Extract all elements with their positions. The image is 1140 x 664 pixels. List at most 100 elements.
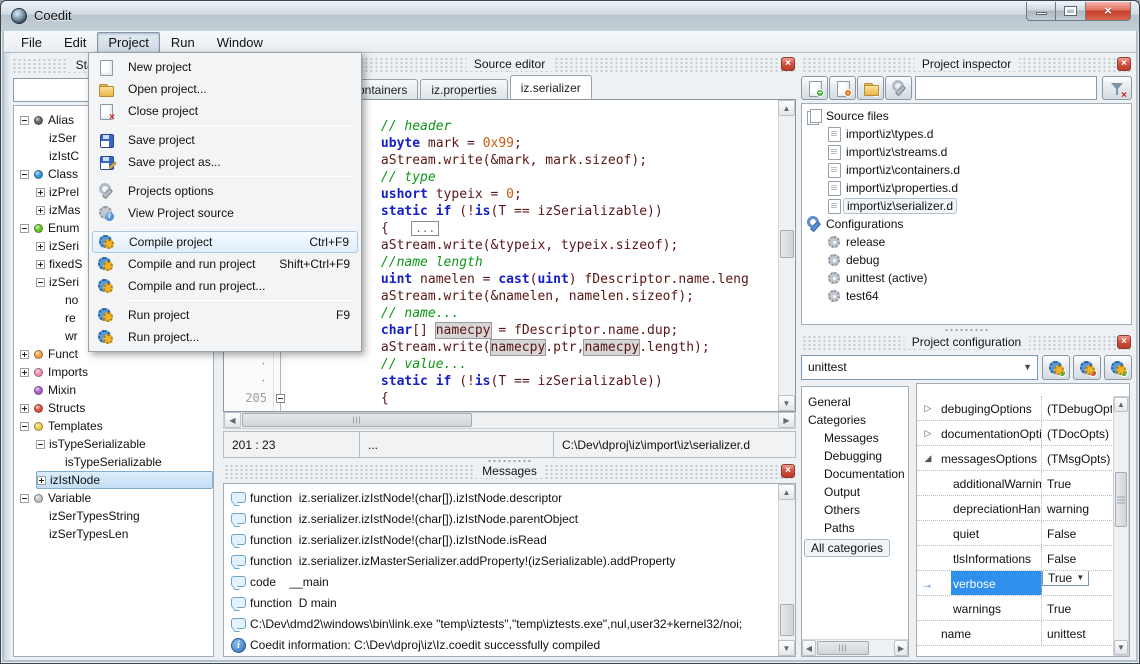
option-value-editor[interactable]: True▼	[1042, 571, 1089, 586]
symbol-tree-item-izistnode[interactable]: izIstNode	[36, 471, 213, 489]
project-options-button[interactable]	[885, 76, 912, 100]
option-categories-list[interactable]: ◀ ▶ GeneralCategoriesMessagesDebuggingDo…	[801, 386, 909, 657]
add-configuration-button[interactable]: +	[1042, 355, 1070, 380]
option-row-depreciationhandling[interactable]: depreciationHandlingwarning	[917, 496, 1112, 521]
message-item[interactable]: function iz.serializer.izIstNode!(char[]…	[224, 487, 795, 508]
filter-button[interactable]: ×	[1102, 76, 1132, 100]
category-paths[interactable]: Paths	[802, 519, 908, 537]
scroll-down-icon[interactable]: ▼	[778, 395, 795, 411]
option-row-tlsinformations[interactable]: tlsInformationsFalse	[917, 546, 1112, 571]
option-row-name[interactable]: nameunittest	[917, 621, 1112, 646]
inspector-item-configurations[interactable]: Configurations	[802, 215, 1131, 233]
inspector-tree[interactable]: Source filesimport\iz\types.dimport\iz\s…	[801, 103, 1132, 325]
expand-icon[interactable]	[36, 206, 45, 215]
category-documentation[interactable]: Documentation	[802, 465, 908, 483]
symbol-tree-item-istypeserializable[interactable]: isTypeSerializable	[36, 435, 213, 453]
expand-icon[interactable]	[20, 350, 29, 359]
menubar-item-file[interactable]: File	[10, 32, 53, 53]
option-row-debugingoptions[interactable]: ▷debugingOptions(TDebugOpts)	[917, 396, 1112, 421]
close-panel-icon[interactable]: ×	[781, 57, 795, 71]
inspector-item-unittest-active[interactable]: unittest (active)	[802, 269, 1131, 287]
menubar-item-edit[interactable]: Edit	[53, 32, 97, 53]
category-categories[interactable]: Categories	[802, 411, 908, 429]
symbol-tree-item-izsertypeslen[interactable]: izSerTypesLen	[36, 525, 213, 543]
menu-item-compile-and-run-project[interactable]: Compile and run project...	[92, 275, 358, 297]
menu-item-projects-options[interactable]: Projects options	[92, 180, 358, 202]
fold-collapse-icon[interactable]	[276, 394, 285, 403]
scrollbar-thumb[interactable]	[780, 604, 794, 636]
scrollbar-thumb[interactable]	[242, 413, 472, 427]
inspector-item-source-files[interactable]: Source files	[802, 107, 1131, 125]
category-general[interactable]: General	[802, 393, 908, 411]
collapse-icon[interactable]	[20, 494, 29, 503]
expand-icon[interactable]	[20, 404, 29, 413]
category-messages[interactable]: Messages	[802, 429, 908, 447]
scrollbar-thumb[interactable]	[1115, 472, 1127, 527]
expand-icon[interactable]	[36, 242, 45, 251]
remove-configuration-button[interactable]: -	[1073, 355, 1101, 380]
symbol-tree-item-templates[interactable]: Templates	[20, 417, 213, 435]
splitter-handle[interactable]	[944, 328, 990, 332]
message-item[interactable]: function iz.serializer.izMasterSerialize…	[224, 550, 795, 571]
inspector-item-import-iz-properties-d[interactable]: import\iz\properties.d	[802, 179, 1131, 197]
collapse-icon[interactable]	[20, 116, 29, 125]
close-panel-icon[interactable]: ×	[1117, 57, 1131, 71]
category-output[interactable]: Output	[802, 483, 908, 501]
expand-icon[interactable]	[36, 188, 45, 197]
message-item[interactable]: function D main	[224, 592, 795, 613]
remove-file-button[interactable]: -	[829, 76, 856, 100]
scroll-right-icon[interactable]: ▶	[894, 640, 908, 656]
symbol-tree-item-istypeserializable[interactable]: isTypeSerializable	[52, 453, 213, 471]
option-row-quiet[interactable]: quietFalse	[917, 521, 1112, 546]
inspector-item-test64[interactable]: test64	[802, 287, 1131, 305]
messages-list[interactable]: ▲ ▼ function iz.serializer.izIstNode!(ch…	[223, 483, 796, 657]
menu-item-open-project[interactable]: Open project...	[92, 78, 358, 100]
expand-icon[interactable]: ▷	[917, 421, 939, 445]
menu-item-run-project[interactable]: Run projectF9	[92, 304, 358, 326]
menu-item-save-project[interactable]: Save project	[92, 129, 358, 151]
minimize-button[interactable]	[1026, 2, 1056, 21]
option-row-messagesoptions[interactable]: ◢messagesOptions(TMsgOpts)	[917, 446, 1112, 471]
add-folder-button[interactable]: +	[857, 76, 884, 100]
menu-item-run-project[interactable]: Run project...	[92, 326, 358, 348]
message-item[interactable]: function iz.serializer.izIstNode!(char[]…	[224, 529, 795, 550]
expand-icon[interactable]	[37, 476, 46, 485]
scroll-up-icon[interactable]: ▲	[1114, 397, 1128, 412]
symbol-tree-item-izsertypesstring[interactable]: izSerTypesString	[36, 507, 213, 525]
collapse-icon[interactable]	[20, 422, 29, 431]
menubar-item-run[interactable]: Run	[160, 32, 206, 53]
clone-configuration-button[interactable]: →	[1104, 355, 1132, 380]
maximize-button[interactable]	[1056, 2, 1086, 21]
menubar-item-project[interactable]: Project	[97, 32, 159, 53]
inspector-item-debug[interactable]: debug	[802, 251, 1131, 269]
symbol-tree-item-variable[interactable]: Variable	[20, 489, 213, 507]
scrollbar-thumb[interactable]	[817, 641, 869, 655]
configuration-select[interactable]: unittest ▼	[801, 355, 1038, 380]
category-debugging[interactable]: Debugging	[802, 447, 908, 465]
grid-vertical-scrollbar[interactable]: ▲ ▼	[1113, 396, 1129, 656]
inspector-item-release[interactable]: release	[802, 233, 1131, 251]
scroll-down-icon[interactable]: ▼	[1114, 640, 1128, 655]
expand-icon[interactable]	[20, 368, 29, 377]
message-item[interactable]: C:\Dev\dmd2\windows\bin\link.exe "temp\i…	[224, 613, 795, 634]
message-item[interactable]: code __main	[224, 571, 795, 592]
add-file-button[interactable]: +	[801, 76, 828, 100]
expand-icon[interactable]	[36, 260, 45, 269]
expand-icon[interactable]: ▷	[917, 396, 939, 420]
option-row-verbose[interactable]: →verboseTrue▼	[917, 571, 1112, 596]
inspector-filter-input[interactable]	[915, 76, 1097, 100]
menu-item-compile-project[interactable]: Compile projectCtrl+F9	[92, 231, 358, 253]
categories-horizontal-scrollbar[interactable]: ◀ ▶	[802, 639, 908, 656]
symbol-tree-item-mixin[interactable]: Mixin	[20, 381, 213, 399]
splitter-handle[interactable]	[487, 459, 533, 463]
symbol-tree-item-structs[interactable]: Structs	[20, 399, 213, 417]
scroll-down-icon[interactable]: ▼	[778, 640, 795, 656]
option-row-documentationoptions[interactable]: ▷documentationOptions(TDocOpts)	[917, 421, 1112, 446]
editor-vertical-scrollbar[interactable]: ▲ ▼	[778, 100, 795, 411]
collapse-icon[interactable]	[36, 440, 45, 449]
menu-item-new-project[interactable]: New project	[92, 56, 358, 78]
inspector-item-import-iz-types-d[interactable]: import\iz\types.d	[802, 125, 1131, 143]
editor-horizontal-scrollbar[interactable]: ◀ ▶	[223, 412, 796, 429]
menu-item-save-project-as[interactable]: Save project as...	[92, 151, 358, 173]
menubar-item-window[interactable]: Window	[206, 32, 274, 53]
